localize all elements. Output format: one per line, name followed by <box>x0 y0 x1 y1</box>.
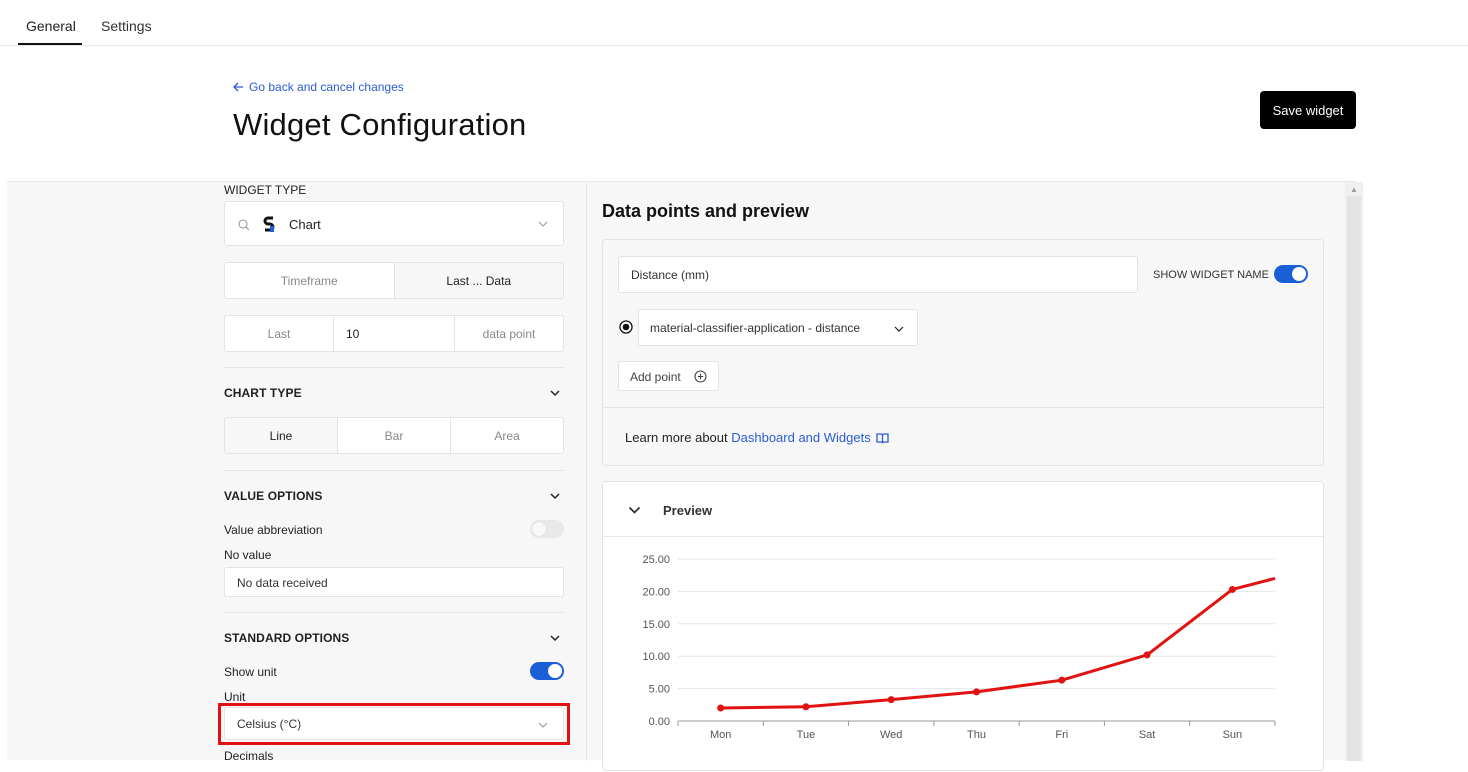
range-mode-timeframe[interactable]: Timeframe <box>225 263 395 298</box>
y-tick-label: 0.00 <box>649 716 670 728</box>
x-tick-label: Sat <box>1139 729 1156 741</box>
x-tick-label: Mon <box>710 729 731 741</box>
arrow-left-icon <box>233 82 243 92</box>
dashboard-widgets-link[interactable]: Dashboard and Widgets <box>731 430 870 445</box>
learn-more-text: Learn more about Dashboard and Widgets <box>625 430 889 445</box>
decimals-label: Decimals <box>224 749 274 763</box>
page-title: Widget Configuration <box>233 107 527 142</box>
show-unit-label: Show unit <box>224 665 277 679</box>
data-point-value: material-classifier-application - distan… <box>650 321 861 335</box>
chart-widget-icon <box>262 215 276 233</box>
data-point-select[interactable]: material-classifier-application - distan… <box>638 309 918 346</box>
tab-general[interactable]: General <box>26 18 76 34</box>
widget-type-label: WIDGET TYPE <box>224 183 307 197</box>
range-mode-last-data[interactable]: Last ... Data <box>394 263 563 298</box>
search-icon <box>238 219 250 231</box>
preview-line-chart: 0.00 5.00 10.00 15.00 20.00 25.00 Mon Tue Wed Thu… <box>642 554 1276 741</box>
last-points-input[interactable]: 10 <box>334 316 455 351</box>
scroll-up-arrow-icon[interactable]: ▲ <box>1350 185 1358 194</box>
chevron-down-icon[interactable] <box>549 490 561 502</box>
chevron-down-icon[interactable] <box>628 505 641 515</box>
preview-card: Preview 0.00 5.00 10.00 15.00 20.00 25.00 Mon T… <box>602 481 1324 771</box>
radio-selected-icon[interactable] <box>619 320 633 334</box>
last-points-suffix: data point <box>482 326 536 341</box>
workspace: WIDGET TYPE Chart Timeframe Last ... Dat… <box>7 181 1363 771</box>
data-points-card: Distance (mm) SHOW WIDGET NAME material-… <box>602 239 1324 466</box>
value-abbreviation-toggle[interactable] <box>530 520 564 538</box>
show-widget-name-label: SHOW WIDGET NAME <box>1153 269 1269 281</box>
data-point <box>973 688 980 696</box>
divider <box>224 367 564 368</box>
no-value-text: No data received <box>237 576 328 590</box>
data-point <box>802 703 810 711</box>
show-unit-toggle[interactable] <box>530 662 564 680</box>
last-points-prefix: Last <box>225 316 334 351</box>
y-tick-label: 25.00 <box>642 554 670 566</box>
chart-type-area[interactable]: Area <box>451 418 563 453</box>
y-tick-label: 20.00 <box>642 586 670 598</box>
configuration-panel: WIDGET TYPE Chart Timeframe Last ... Dat… <box>224 182 581 763</box>
back-link-label: Go back and cancel changes <box>249 80 404 94</box>
x-tick-label: Wed <box>880 729 902 741</box>
x-tick-label: Fri <box>1055 729 1068 741</box>
y-tick-label: 15.00 <box>642 619 670 631</box>
x-tick-label: Tue <box>797 729 816 741</box>
chevron-down-icon <box>894 326 904 332</box>
learn-more-prefix: Learn more about <box>625 430 732 445</box>
chevron-down-icon[interactable] <box>549 387 561 399</box>
active-tab-indicator <box>18 43 82 45</box>
book-icon <box>876 432 889 443</box>
widget-type-select[interactable]: Chart <box>224 201 564 246</box>
divider <box>603 407 1323 408</box>
y-tick-label: 10.00 <box>642 651 670 663</box>
data-point <box>717 704 725 712</box>
chart-type-bar[interactable]: Bar <box>338 418 451 453</box>
x-tick-label: Sun <box>1223 729 1243 741</box>
divider <box>224 612 564 613</box>
value-abbreviation-label: Value abbreviation <box>224 523 323 537</box>
last-points-group: Last 10 data point <box>224 315 564 352</box>
data-point <box>1228 585 1236 593</box>
top-tab-bar: General Settings <box>0 0 1468 46</box>
chart-type-line[interactable]: Line <box>225 418 338 453</box>
chart-type-heading: CHART TYPE <box>224 386 302 400</box>
add-point-label: Add point <box>630 370 681 384</box>
no-value-input[interactable]: No data received <box>224 567 564 597</box>
data-point <box>1143 651 1151 659</box>
range-mode-toggle: Timeframe Last ... Data <box>224 262 564 299</box>
divider <box>224 470 564 471</box>
y-tick-label: 5.00 <box>649 684 670 696</box>
chevron-down-icon[interactable] <box>549 632 561 644</box>
scrollbar[interactable]: ▲ <box>1345 182 1363 761</box>
unit-select-highlight <box>218 703 570 745</box>
chart-type-toggle: Line Bar Area <box>224 417 564 454</box>
unit-label: Unit <box>224 690 246 704</box>
widget-name-value: Distance (mm) <box>631 268 710 282</box>
show-widget-name-toggle[interactable] <box>1274 265 1308 283</box>
standard-options-heading: STANDARD OPTIONS <box>224 631 350 645</box>
widget-name-input[interactable]: Distance (mm) <box>618 256 1138 293</box>
preview-label: Preview <box>663 503 713 518</box>
back-link[interactable]: Go back and cancel changes <box>233 80 404 94</box>
scrollbar-thumb[interactable] <box>1347 196 1361 761</box>
plus-circle-icon <box>694 370 707 383</box>
chevron-down-icon <box>538 221 548 227</box>
data-points-title: Data points and preview <box>602 201 810 221</box>
x-tick-label: Thu <box>967 729 986 741</box>
data-point <box>887 696 895 704</box>
data-point <box>1058 676 1066 684</box>
panel-divider <box>586 182 587 761</box>
widget-type-value: Chart <box>289 217 321 232</box>
no-value-label: No value <box>224 548 272 562</box>
add-point-button[interactable]: Add point <box>618 361 719 391</box>
save-widget-button[interactable]: Save widget <box>1260 91 1356 129</box>
value-options-heading: VALUE OPTIONS <box>224 489 323 503</box>
tab-settings[interactable]: Settings <box>101 18 152 34</box>
